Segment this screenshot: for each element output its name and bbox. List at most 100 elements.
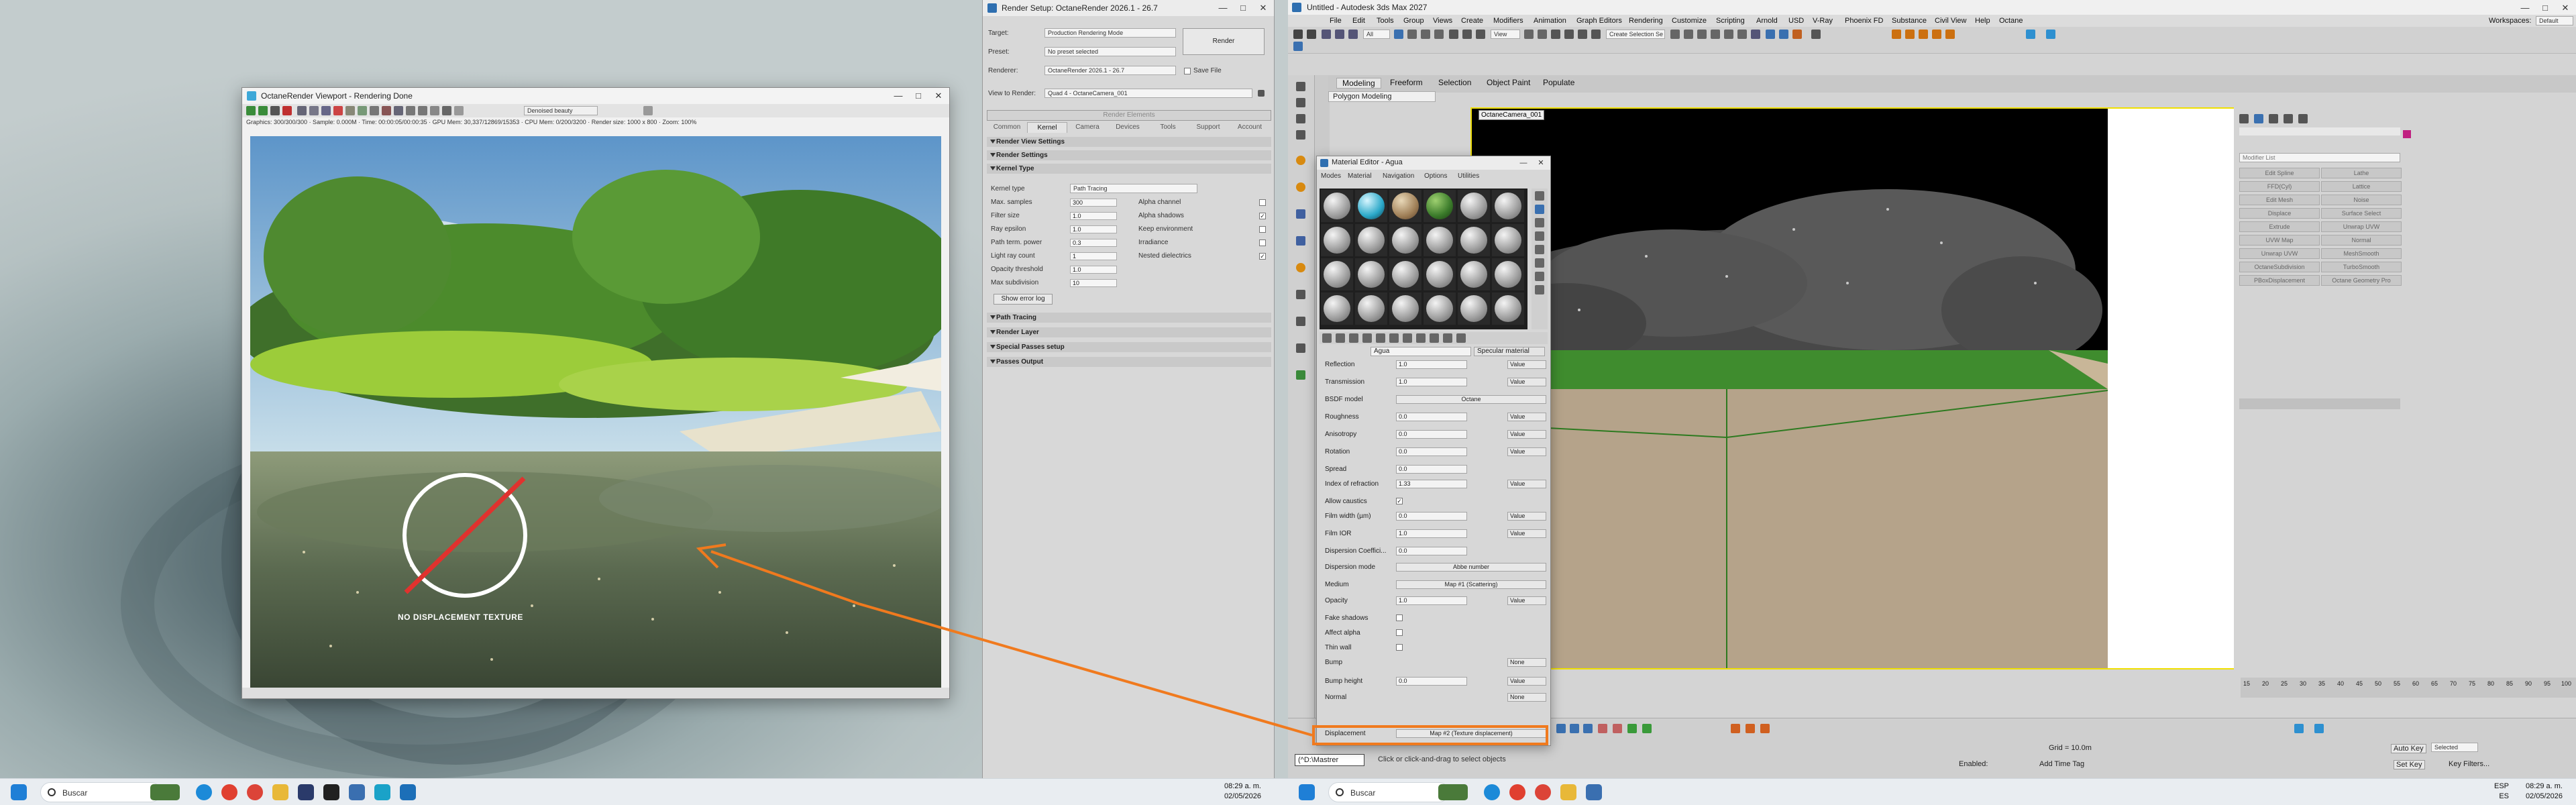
plugin-icon-4[interactable] [1932, 30, 1941, 39]
show-end-result-icon[interactable] [1430, 333, 1439, 343]
ar-icon[interactable] [430, 106, 439, 115]
tab-account[interactable]: Account [1228, 122, 1271, 133]
make-preview-icon[interactable] [1535, 258, 1544, 268]
reset-map-icon[interactable] [1362, 333, 1372, 343]
sample-slot[interactable] [1355, 292, 1387, 325]
rollout-render-settings[interactable]: Render Settings [987, 150, 1271, 160]
pass-dropdown[interactable]: Denoised beauty [524, 106, 598, 115]
me-menu-utilities[interactable]: Utilities [1458, 172, 1479, 180]
app2-task-icon[interactable] [374, 784, 390, 800]
object-color-swatch[interactable] [2403, 130, 2411, 138]
sample-slot[interactable] [1458, 224, 1490, 256]
select-icon[interactable] [1394, 30, 1403, 39]
view-to-render-dropdown[interactable]: Quad 4 - OctaneCamera_001 [1044, 89, 1252, 98]
motion-icon[interactable] [1296, 130, 1305, 140]
sample-slot[interactable] [1321, 292, 1353, 325]
spacewarp-icon[interactable] [1296, 317, 1305, 326]
sample-slot[interactable] [1424, 258, 1456, 290]
cmd-hierarchy-icon[interactable] [2269, 114, 2278, 123]
widgets-icon[interactable] [150, 784, 180, 800]
rollout-passes-output[interactable]: Passes Output [987, 357, 1271, 367]
tool-icon-g[interactable] [1642, 724, 1652, 733]
rollout-kernel-type[interactable]: Kernel Type [987, 164, 1271, 174]
cmd-octane-geometry-button[interactable]: Octane Geometry Pro [2321, 275, 2402, 286]
rollout-special-passes[interactable]: Special Passes setup [987, 342, 1271, 352]
tool-icon-c[interactable] [1583, 724, 1593, 733]
render-button[interactable]: Render [1183, 28, 1265, 55]
show-map-icon[interactable] [1416, 333, 1426, 343]
alpha-channel-checkbox[interactable] [1259, 199, 1266, 206]
irradiance-checkbox[interactable] [1259, 239, 1266, 246]
layers-icon[interactable] [1697, 30, 1707, 39]
cmd-normal-button[interactable]: Normal [2321, 235, 2402, 246]
octane-task-icon[interactable] [298, 784, 314, 800]
material-name-field[interactable]: Agua [1371, 347, 1471, 356]
material-editor-icon[interactable] [1751, 30, 1760, 39]
modify-icon[interactable] [1296, 98, 1305, 107]
alpha-shadows-checkbox[interactable]: ✓ [1259, 213, 1266, 219]
rollout-path-tracing[interactable]: Path Tracing [987, 313, 1271, 323]
tool-icon-k[interactable] [2294, 724, 2304, 733]
menu-modifiers[interactable]: Modifiers [1493, 17, 1523, 25]
clock-right[interactable]: 08:29 a. m. 02/05/2026 [2526, 782, 2563, 802]
minimize-icon[interactable]: — [2516, 1, 2534, 15]
assign-to-selection-icon[interactable] [1349, 333, 1358, 343]
taskbar-search[interactable]: Buscar [40, 782, 161, 802]
video-color-icon[interactable] [1535, 245, 1544, 254]
window-crossing-icon[interactable] [1434, 30, 1444, 39]
key-mode-dropdown[interactable]: Selected [2431, 743, 2478, 752]
chrome-icon[interactable] [221, 784, 237, 800]
app-task-icon[interactable] [323, 784, 339, 800]
tab-common[interactable]: Common [987, 122, 1027, 133]
sample-slot[interactable] [1424, 292, 1456, 325]
workspaces-dropdown[interactable]: Default [2536, 16, 2573, 25]
systems-icon[interactable] [1296, 343, 1305, 353]
reference-coord-dropdown[interactable]: View [1491, 30, 1520, 39]
sample-slot[interactable] [1321, 190, 1353, 222]
picker-icon[interactable] [358, 106, 367, 115]
menu-vray[interactable]: V-Ray [1813, 17, 1833, 25]
sample-slot[interactable] [1458, 292, 1490, 325]
cmd-display-icon[interactable] [2298, 114, 2308, 123]
menu-group[interactable]: Group [1403, 17, 1424, 25]
rotation-mode[interactable]: Value [1507, 447, 1546, 456]
allow-caustics-checkbox[interactable]: ✓ [1396, 498, 1403, 504]
lang-indicator[interactable]: ESP ES [2494, 782, 2509, 802]
reflection-mode[interactable]: Value [1507, 360, 1546, 369]
bump-mode[interactable]: None [1507, 658, 1546, 667]
sample-slot[interactable] [1389, 258, 1421, 290]
timeline-ruler[interactable]: 15 20 25 30 35 40 45 50 55 60 65 70 75 8… [2241, 678, 2576, 698]
cmd-edit-mesh-button[interactable]: Edit Mesh [2239, 195, 2320, 205]
ribbon-tab-populate[interactable]: Populate [1543, 78, 1574, 87]
cmd-modify-icon[interactable] [2254, 114, 2263, 123]
sample-slot[interactable] [1321, 258, 1353, 290]
rollout-render-view-settings[interactable]: Render View Settings [987, 137, 1271, 147]
undo-icon[interactable] [1293, 30, 1303, 39]
uv-tiling-icon[interactable] [1535, 231, 1544, 241]
edge-icon[interactable] [196, 784, 212, 800]
cmd-motion-icon[interactable] [2284, 114, 2293, 123]
camera-icon[interactable] [309, 106, 319, 115]
viewport-titlebar[interactable]: OctaneRender Viewport - Rendering Done —… [242, 88, 949, 104]
tab-support[interactable]: Support [1188, 122, 1228, 133]
set-key-button[interactable]: Set Key [2394, 760, 2425, 769]
rollout-render-layer[interactable]: Render Layer [987, 327, 1271, 337]
normal-mode[interactable]: None [1507, 693, 1546, 702]
spinner-snap-icon[interactable] [1591, 30, 1601, 39]
spread-field[interactable]: 0.0 [1396, 465, 1467, 474]
param-max-subdivision[interactable]: 10 [1070, 279, 1117, 287]
bump-height-field[interactable]: 0.0 [1396, 677, 1467, 686]
close-icon[interactable]: ✕ [2556, 1, 2575, 15]
tool-icon-a[interactable] [1556, 724, 1566, 733]
me-menu-modes[interactable]: Modes [1321, 172, 1341, 180]
select-by-material-icon[interactable] [1535, 285, 1544, 294]
material-type-button[interactable]: Specular material [1474, 347, 1545, 356]
angle-snap-icon[interactable] [1564, 30, 1574, 39]
render-view[interactable]: NO DISPLACEMENT TEXTURE [250, 136, 941, 688]
material-id-icon[interactable] [1403, 333, 1412, 343]
ribbon-subtab-polygon-modeling[interactable]: Polygon Modeling [1328, 91, 1436, 102]
scale-icon[interactable] [1476, 30, 1485, 39]
octane-viewport-icon[interactable] [1811, 30, 1821, 39]
me-menu-material[interactable]: Material [1348, 172, 1372, 180]
show-error-log-button[interactable]: Show error log [994, 294, 1053, 305]
